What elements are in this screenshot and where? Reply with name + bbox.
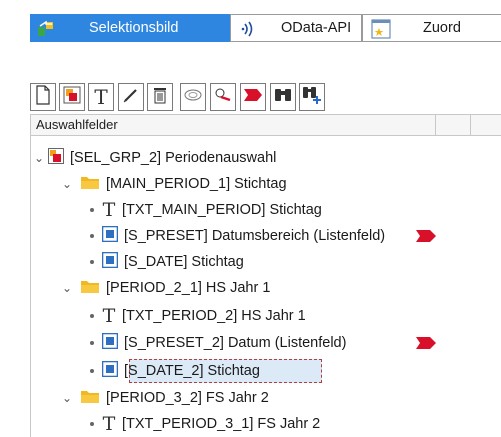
flag-icon <box>415 336 437 355</box>
folder-icon <box>80 174 100 194</box>
tree-node-label: [TXT_PERIOD_3_1] FS Jahr 2 <box>122 416 321 432</box>
chevron-down-icon[interactable]: ⌄ <box>60 281 74 295</box>
column-divider <box>470 115 471 135</box>
tree-leaf-bullet <box>90 369 94 373</box>
tree-body: ⌄ [SEL_GRP_2] Periodenauswahl ⌄ [MAIN_PE… <box>0 0 430 437</box>
text-icon: T <box>102 199 116 221</box>
tree-node-label: [S_PRESET] Datumsbereich (Listenfeld) <box>124 228 386 244</box>
text-icon: T <box>102 305 116 327</box>
tree-node-main-period-1[interactable]: ⌄ [MAIN_PERIOD_1] Stichtag <box>60 172 287 196</box>
tree-node-period-3-2[interactable]: ⌄ [PERIOD_3_2] FS Jahr 2 <box>60 386 269 410</box>
folder-icon <box>80 278 100 298</box>
chevron-down-icon[interactable]: ⌄ <box>60 391 74 405</box>
tree-node-label: [TXT_MAIN_PERIOD] Stichtag <box>122 202 322 218</box>
tree-leaf-bullet <box>90 422 94 426</box>
tree-node-label: [S_DATE] Stichtag <box>124 254 244 270</box>
field-icon <box>101 251 119 272</box>
chevron-down-icon[interactable]: ⌄ <box>32 151 46 165</box>
tree-node-label: [TXT_PERIOD_2] HS Jahr 1 <box>122 308 306 324</box>
tree-leaf-bullet <box>90 314 94 318</box>
tree-node-label: [PERIOD_3_2] FS Jahr 2 <box>106 390 269 406</box>
tree-node-label: [MAIN_PERIOD_1] Stichtag <box>106 176 287 192</box>
tree-node-label: [PERIOD_2_1] HS Jahr 1 <box>106 280 271 296</box>
tree-node-s-preset[interactable]: [S_PRESET] Datumsbereich (Listenfeld) <box>86 224 385 248</box>
field-icon <box>101 360 119 381</box>
tree-node-label: [SEL_GRP_2] Periodenauswahl <box>70 150 277 166</box>
tree-leaf-bullet <box>90 260 94 264</box>
column-divider <box>435 115 436 135</box>
tree-node-txt-main-period[interactable]: T [TXT_MAIN_PERIOD] Stichtag <box>86 198 322 222</box>
flag-icon <box>415 229 437 248</box>
tree-node-s-date-2[interactable]: [S_DATE_2] Stichtag <box>86 359 260 383</box>
tree-node-label: [S_PRESET_2] Datum (Listenfeld) <box>124 335 347 351</box>
tree-node-txt-period-2[interactable]: T [TXT_PERIOD_2] HS Jahr 1 <box>86 304 306 328</box>
tree-node-period-2-1[interactable]: ⌄ [PERIOD_2_1] HS Jahr 1 <box>60 276 270 300</box>
field-icon <box>101 225 119 246</box>
text-icon: T <box>102 413 116 435</box>
tree-node-s-date[interactable]: [S_DATE] Stichtag <box>86 250 244 274</box>
tree-node-label: [S_DATE_2] Stichtag <box>124 363 260 379</box>
folder-icon <box>80 388 100 408</box>
tree-node-txt-period-3-1[interactable]: T [TXT_PERIOD_3_1] FS Jahr 2 <box>86 412 320 436</box>
tree-node-sel-grp-2[interactable]: ⌄ [SEL_GRP_2] Periodenauswahl <box>32 146 276 170</box>
tree-leaf-bullet <box>90 208 94 212</box>
tree-leaf-bullet <box>90 341 94 345</box>
tree-node-s-preset-2[interactable]: [S_PRESET_2] Datum (Listenfeld) <box>86 331 346 355</box>
group-icon <box>48 148 64 168</box>
chevron-down-icon[interactable]: ⌄ <box>60 177 74 191</box>
tree-leaf-bullet <box>90 234 94 238</box>
field-icon <box>101 332 119 353</box>
